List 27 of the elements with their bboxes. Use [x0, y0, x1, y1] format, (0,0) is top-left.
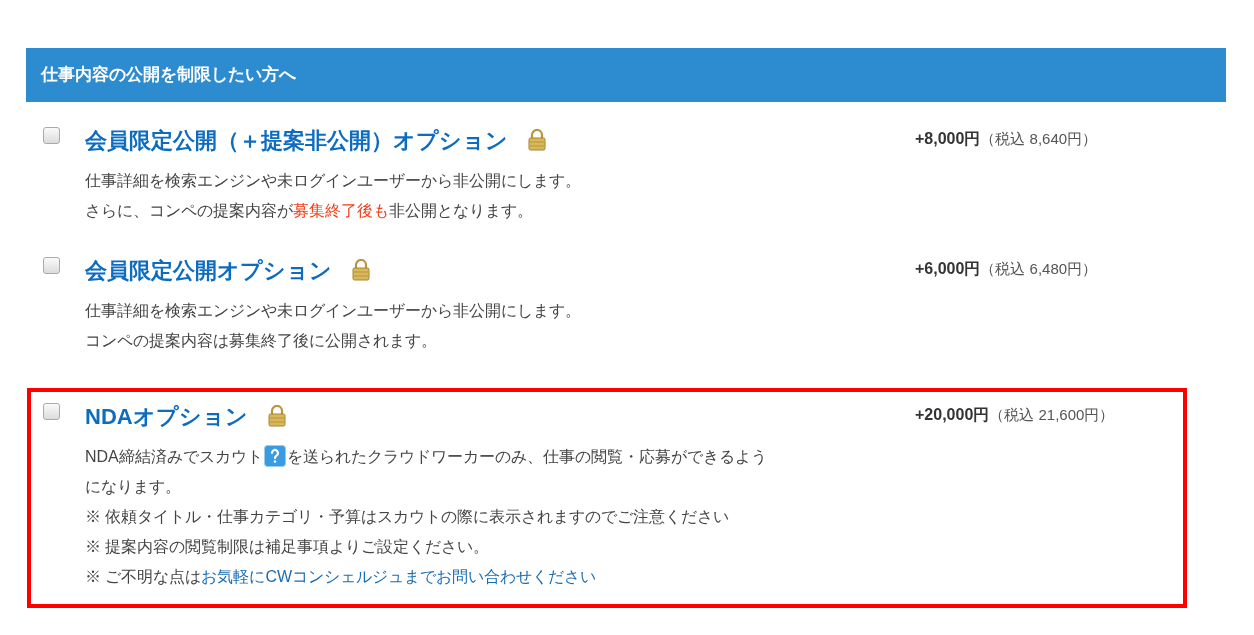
description-line: 仕事詳細を検索エンジンや未ログインユーザーから非公開にします。: [85, 301, 582, 321]
checkbox[interactable]: [43, 257, 60, 274]
padlock-icon: [267, 405, 286, 427]
tax-included-price: （税込 8,640円）: [980, 129, 1098, 149]
description-line: ※ ご不明な点はお気軽にCWコンシェルジュまでお問い合わせください: [85, 567, 598, 587]
description-line: 仕事詳細を検索エンジンや未ログインユーザーから非公開にします。: [85, 171, 582, 191]
option-title: 会員限定公開（＋提案非公開）オプション: [85, 126, 508, 155]
tax-included-price: （税込 21,600円）: [989, 405, 1115, 425]
checkbox[interactable]: [43, 127, 60, 144]
description-line: さらに、コンペの提案内容が募集終了後も非公開となります。: [85, 201, 534, 221]
section-header: 仕事内容の公開を制限したい方へ: [26, 48, 1226, 102]
description-line: ※ 提案内容の閲覧制限は補足事項よりご設定ください。: [85, 537, 491, 557]
description-line: コンペの提案内容は募集終了後に公開されます。: [85, 331, 438, 351]
price: +8,000円: [915, 129, 981, 149]
option-title: 会員限定公開オプション: [85, 256, 332, 285]
tax-included-price: （税込 6,480円）: [980, 259, 1098, 279]
padlock-icon: [352, 259, 370, 281]
description-line: NDA締結済みでスカウト を送られたクラウドワーカーのみ、仕事の閲覧・応募ができるよう: [85, 442, 875, 472]
padlock-icon: [528, 129, 546, 151]
contact-link[interactable]: お気軽にCWコンシェルジュまでお問い合わせください: [201, 568, 597, 585]
description-line: ※ 依頼タイトル・仕事カテゴリ・予算はスカウトの際に表示されますのでご注意ください: [85, 507, 731, 527]
option-title: NDAオプション: [85, 402, 248, 431]
checkbox[interactable]: [43, 403, 60, 420]
description-line: になります。: [85, 477, 182, 497]
help-icon[interactable]: [263, 445, 286, 467]
price: +6,000円: [915, 259, 981, 279]
price: +20,000円: [915, 405, 990, 425]
